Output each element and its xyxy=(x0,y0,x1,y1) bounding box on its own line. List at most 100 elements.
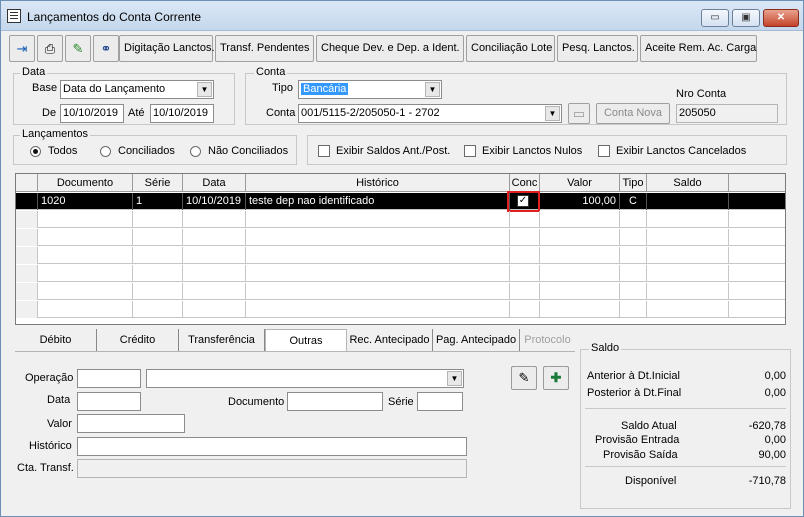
window-icon xyxy=(7,9,21,23)
radio-conciliados[interactable] xyxy=(100,146,111,157)
grid-header: Documento Série Data Histórico Conc Valo… xyxy=(16,174,785,192)
close-button[interactable]: ✕ xyxy=(763,9,799,27)
maximize-button[interactable]: ▣ xyxy=(732,9,760,27)
tab-pag-antecipado[interactable]: Pag. Antecipado xyxy=(433,329,520,351)
base-select[interactable]: Data do Lançamento ▼ xyxy=(60,80,214,99)
historico-input[interactable] xyxy=(77,437,467,456)
table-row[interactable] xyxy=(16,229,785,246)
serie-label: Série xyxy=(388,396,414,408)
radio-conciliados-label: Conciliados xyxy=(118,145,175,157)
valor-input[interactable] xyxy=(77,414,185,433)
exibir-nulos-label: Exibir Lanctos Nulos xyxy=(482,145,583,157)
operacao-code-input[interactable] xyxy=(77,369,141,388)
tab-strip: Débito Crédito Transferência Outras Rec.… xyxy=(15,329,575,351)
tipo-select-value: Bancária xyxy=(301,83,349,95)
table-row[interactable] xyxy=(16,301,785,318)
chevron-down-icon[interactable]: ▼ xyxy=(425,82,440,97)
digitacao-lanctos-button[interactable]: Digitação Lanctos. xyxy=(119,35,215,62)
col-valor[interactable]: Valor xyxy=(540,174,620,192)
historico-label: Histórico xyxy=(29,440,72,452)
radio-todos[interactable] xyxy=(30,146,41,157)
saldo-atual-label: Saldo Atual xyxy=(621,420,677,432)
exit-button[interactable]: ⇥ xyxy=(9,35,35,62)
aceite-rem-button[interactable]: Aceite Rem. Ac. Carga xyxy=(640,35,757,62)
exibir-nulos-checkbox[interactable] xyxy=(464,145,476,157)
conta-group: Conta Tipo Bancária ▼ Conta 001/5115-2/2… xyxy=(245,66,787,125)
anterior-value: 0,00 xyxy=(764,370,786,382)
highlight-box xyxy=(507,191,540,212)
documento-label: Documento xyxy=(228,396,285,408)
chevron-down-icon[interactable]: ▼ xyxy=(545,106,560,121)
cell-historico: teste dep nao identificado xyxy=(246,193,510,210)
disponivel-value: -710,78 xyxy=(748,475,786,487)
cta-transf-field xyxy=(77,459,467,478)
eraser-button[interactable]: ✎ xyxy=(65,35,91,62)
tab-rec-antecipado[interactable]: Rec. Antecipado xyxy=(347,329,433,351)
print-button[interactable]: ⎙ xyxy=(37,35,63,62)
base-select-value: Data do Lançamento xyxy=(63,83,166,95)
table-row[interactable] xyxy=(16,247,785,264)
table-row[interactable]: 1020 1 10/10/2019 teste dep nao identifi… xyxy=(16,193,785,210)
title-bar[interactable]: Lançamentos do Conta Corrente ▭ ▣ ✕ xyxy=(1,1,803,31)
chevron-down-icon[interactable]: ▼ xyxy=(447,371,462,386)
base-label: Base xyxy=(32,82,58,94)
provisao-entrada-label: Provisão Entrada xyxy=(595,434,680,446)
conciliacao-lote-button[interactable]: Conciliação Lote xyxy=(466,35,555,62)
col-serie[interactable]: Série xyxy=(133,174,183,192)
conta-select[interactable]: 001/5115-2/205050-1 - 2702 ▼ xyxy=(298,104,562,123)
clear-button[interactable]: ✎ xyxy=(511,366,537,390)
chevron-down-icon[interactable]: ▼ xyxy=(197,82,212,97)
tab-outras[interactable]: Outras xyxy=(265,329,347,351)
cheque-dev-button[interactable]: Cheque Dev. e Dep. a Ident. xyxy=(316,35,464,62)
date-from-input[interactable]: 10/10/2019 xyxy=(60,104,124,123)
data-input[interactable] xyxy=(77,392,141,411)
tab-protocolo[interactable]: Protocolo xyxy=(520,329,575,351)
col-saldo[interactable]: Saldo xyxy=(647,174,729,192)
data-group: Data Base Data do Lançamento ▼ De 10/10/… xyxy=(13,66,235,125)
date-to-input[interactable]: 10/10/2019 xyxy=(150,104,214,123)
col-tipo[interactable]: Tipo xyxy=(620,174,647,192)
table-row[interactable] xyxy=(16,211,785,228)
data-label: Data xyxy=(47,394,71,406)
outras-panel: Operação ▼ ✎ ✚ Data Documento Série Valo… xyxy=(15,351,575,509)
exibir-cancelados-checkbox[interactable] xyxy=(598,145,610,157)
tab-debito[interactable]: Débito xyxy=(15,329,97,351)
col-conc[interactable]: Conc xyxy=(510,174,540,192)
lancamentos-grid[interactable]: Documento Série Data Histórico Conc Valo… xyxy=(15,173,786,325)
col-documento[interactable]: Documento xyxy=(38,174,133,192)
provisao-saida-value: 90,00 xyxy=(758,449,786,461)
search-button[interactable]: ⚭ xyxy=(93,35,119,62)
tipo-select[interactable]: Bancária ▼ xyxy=(298,80,442,99)
tab-credito[interactable]: Crédito xyxy=(97,329,179,351)
main-window: Lançamentos do Conta Corrente ▭ ▣ ✕ ⇥ ⎙ … xyxy=(0,0,804,517)
posterior-value: 0,00 xyxy=(764,387,786,399)
documento-input[interactable] xyxy=(287,392,383,411)
table-row[interactable] xyxy=(16,283,785,300)
anterior-label: Anterior à Dt.Inicial xyxy=(587,370,680,382)
lancamentos-group: Lançamentos Todos Conciliados Não Concil… xyxy=(13,128,297,165)
col-data[interactable]: Data xyxy=(183,174,246,192)
col-historico[interactable]: Histórico xyxy=(246,174,510,192)
eraser-icon: ✎ xyxy=(72,41,84,56)
exibir-saldos-checkbox[interactable] xyxy=(318,145,330,157)
add-icon: ✚ xyxy=(550,370,562,385)
operacao-label: Operação xyxy=(25,372,74,384)
serie-input[interactable] xyxy=(417,392,463,411)
tab-transferencia[interactable]: Transferência xyxy=(179,329,265,351)
add-button[interactable]: ✚ xyxy=(543,366,569,390)
conta-label: Conta xyxy=(266,107,296,119)
cta-transf-label: Cta. Transf. xyxy=(17,462,74,474)
operacao-select[interactable]: ▼ xyxy=(146,369,464,388)
radio-nao-conciliados[interactable] xyxy=(190,146,201,157)
nro-conta-field: 205050 xyxy=(676,104,778,123)
conta-lookup-button[interactable]: ▭ xyxy=(568,103,590,124)
table-row[interactable] xyxy=(16,265,785,282)
conta-nova-button[interactable]: Conta Nova xyxy=(596,103,670,124)
radio-nao-conciliados-label: Não Conciliados xyxy=(208,145,289,157)
minimize-button[interactable]: ▭ xyxy=(701,9,729,27)
cell-saldo xyxy=(647,193,729,210)
pesq-lanctos-button[interactable]: Pesq. Lanctos. xyxy=(557,35,638,62)
transf-pendentes-button[interactable]: Transf. Pendentes xyxy=(215,35,314,62)
conta-select-value: 001/5115-2/205050-1 - 2702 xyxy=(301,107,440,119)
row-indicator-header xyxy=(16,174,38,192)
